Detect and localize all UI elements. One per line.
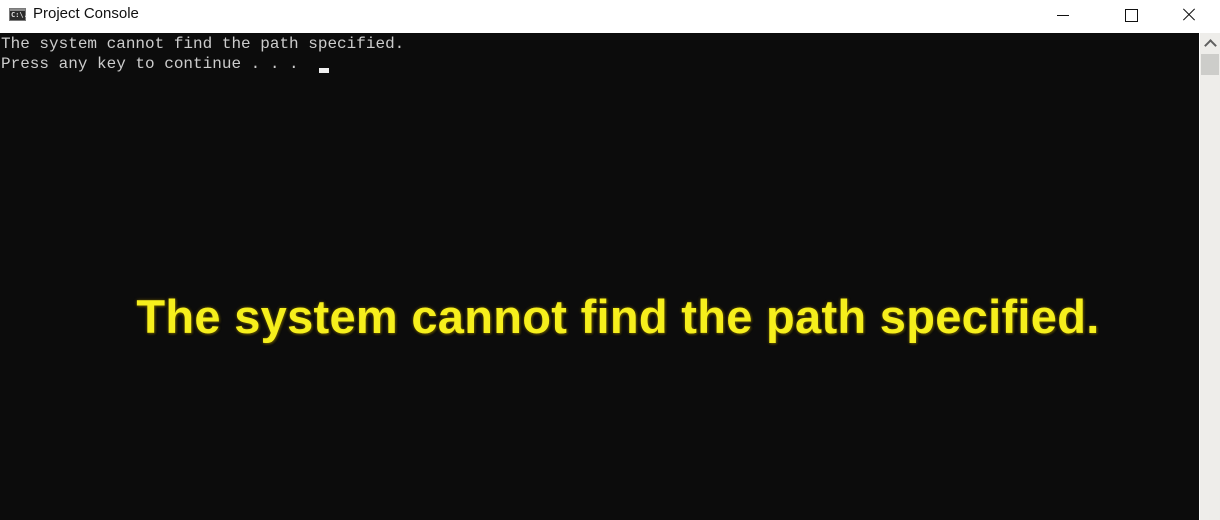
- text-cursor: [319, 68, 329, 73]
- maximize-button[interactable]: [1108, 0, 1154, 30]
- scroll-thumb[interactable]: [1201, 54, 1219, 75]
- close-button[interactable]: [1166, 0, 1212, 30]
- vertical-scrollbar[interactable]: [1199, 33, 1220, 520]
- console-line: Press any key to continue . . .: [1, 55, 309, 73]
- console-app-icon[interactable]: C:\.: [9, 8, 28, 21]
- window-title: Project Console: [33, 5, 139, 22]
- minimize-icon: [1057, 14, 1069, 16]
- minimize-button[interactable]: [1040, 0, 1086, 30]
- title-bar[interactable]: C:\. Project Console: [0, 0, 1220, 31]
- maximize-icon: [1124, 8, 1138, 22]
- overlay-caption: The system cannot find the path specifie…: [136, 290, 1100, 343]
- console-line: The system cannot find the path specifie…: [1, 35, 405, 53]
- scroll-up-button[interactable]: [1200, 33, 1220, 53]
- console-output-area[interactable]: The system cannot find the path specifie…: [0, 33, 1199, 520]
- close-icon: [1182, 8, 1196, 22]
